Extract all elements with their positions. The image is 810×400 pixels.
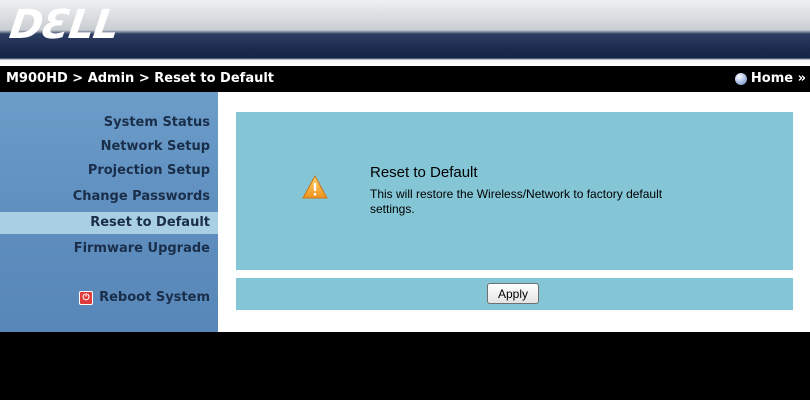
sidebar-item-projection-setup[interactable]: Projection Setup	[88, 163, 210, 178]
home-link[interactable]: Home »	[734, 71, 806, 86]
sidebar: System Status Network Setup Projection S…	[0, 92, 218, 332]
sidebar-item-network-setup[interactable]: Network Setup	[101, 139, 210, 154]
apply-bar: Apply	[236, 278, 793, 310]
header-banner: DƐLL	[0, 0, 810, 66]
content-area: System Status Network Setup Projection S…	[0, 92, 810, 332]
home-label: Home »	[750, 71, 806, 86]
apply-button[interactable]: Apply	[487, 283, 539, 304]
reboot-label: Reboot System	[99, 290, 210, 305]
reboot-system-link[interactable]: ⏻ Reboot System	[79, 290, 210, 305]
dell-logo: DƐLL	[6, 2, 122, 48]
power-icon: ⏻	[79, 290, 94, 305]
warning-icon	[302, 175, 328, 199]
sidebar-item-system-status[interactable]: System Status	[104, 115, 210, 130]
breadcrumb-bar: M900HD > Admin > Reset to Default Home »	[0, 66, 810, 92]
reset-panel: Reset to Default This will restore the W…	[236, 112, 793, 270]
sidebar-item-reset-to-default[interactable]: Reset to Default	[90, 215, 210, 230]
breadcrumb: M900HD > Admin > Reset to Default	[6, 71, 275, 86]
sidebar-item-firmware-upgrade[interactable]: Firmware Upgrade	[74, 241, 210, 256]
home-icon	[734, 72, 747, 85]
panel-title: Reset to Default	[370, 164, 478, 181]
sidebar-item-change-passwords[interactable]: Change Passwords	[73, 189, 210, 204]
panel-description: This will restore the Wireless/Network t…	[370, 187, 663, 216]
